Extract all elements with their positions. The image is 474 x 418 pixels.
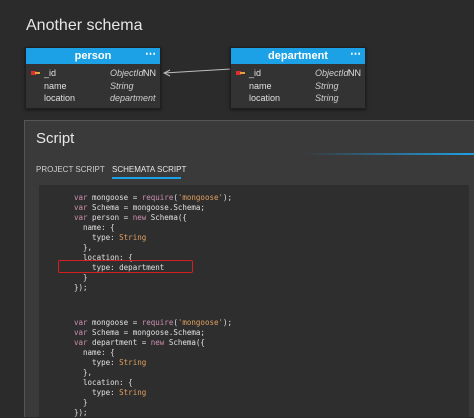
more-icon[interactable]: ⋯ bbox=[350, 46, 361, 62]
field-name: name bbox=[249, 80, 272, 91]
code-line: var Schema = mongoose.Schema; bbox=[74, 203, 205, 212]
code-line: var person = new Schema({ bbox=[74, 213, 187, 222]
entity-name: person bbox=[74, 50, 112, 62]
field-type: String bbox=[315, 80, 339, 91]
code-line: } bbox=[74, 273, 88, 282]
field-type: ObjectId bbox=[315, 68, 349, 78]
field-row[interactable]: name String bbox=[231, 80, 365, 93]
code-line: }); bbox=[74, 408, 88, 417]
field-type: ObjectId bbox=[110, 68, 144, 78]
active-tab-indicator bbox=[112, 177, 181, 179]
tab-project-script[interactable]: PROJECT SCRIPT bbox=[36, 165, 105, 174]
code-line: }, bbox=[74, 243, 93, 252]
not-null-flag: NN bbox=[348, 68, 361, 78]
field-name: name bbox=[44, 80, 67, 91]
field-name: location bbox=[249, 93, 281, 103]
code-line: type: String bbox=[74, 233, 147, 242]
field-row[interactable]: _id ObjectId NN bbox=[26, 67, 160, 80]
code-line: type: String bbox=[74, 358, 147, 367]
code-block: var mongoose = require('mongoose'); var S… bbox=[74, 193, 232, 293]
code-editor[interactable]: var mongoose = require('mongoose'); var S… bbox=[39, 185, 469, 417]
highlight-box bbox=[58, 260, 193, 273]
field-type: String bbox=[315, 93, 339, 103]
code-line: } bbox=[74, 398, 88, 407]
entity-header[interactable]: person ⋯ bbox=[26, 48, 160, 64]
panel-title: Script bbox=[36, 130, 75, 147]
field-name: _id bbox=[249, 68, 262, 78]
code-line: name: { bbox=[74, 223, 115, 232]
code-line: var Schema = mongoose.Schema; bbox=[74, 328, 205, 337]
more-icon[interactable]: ⋯ bbox=[145, 46, 156, 62]
code-line: }); bbox=[74, 283, 88, 292]
entity-person[interactable]: person ⋯ _id ObjectId NN name String loc… bbox=[25, 47, 161, 109]
tab-schemata-script[interactable]: SCHEMATA SCRIPT bbox=[112, 165, 186, 174]
entity-name: department bbox=[268, 50, 328, 62]
field-name: _id bbox=[44, 68, 57, 78]
field-row[interactable]: location String bbox=[231, 92, 365, 105]
entity-header[interactable]: department ⋯ bbox=[231, 48, 365, 64]
relationship-line[interactable] bbox=[163, 64, 233, 84]
code-text[interactable]: var mongoose = require('mongoose'); var S… bbox=[74, 193, 232, 418]
key-icon bbox=[31, 71, 40, 75]
code-line: var mongoose = require('mongoose'); bbox=[74, 318, 233, 327]
field-row[interactable]: location department bbox=[26, 92, 160, 105]
code-line: type: String bbox=[74, 388, 147, 397]
not-null-flag: NN bbox=[143, 68, 156, 78]
entity-department[interactable]: department ⋯ _id ObjectId NN name String… bbox=[230, 47, 366, 109]
field-name: location bbox=[44, 93, 76, 103]
code-line: var mongoose = require('mongoose'); bbox=[74, 193, 233, 202]
key-icon bbox=[236, 71, 245, 75]
panel-accent-line bbox=[305, 153, 474, 155]
field-row[interactable]: name String bbox=[26, 80, 160, 93]
code-line: }, bbox=[74, 368, 93, 377]
field-type: department bbox=[110, 93, 156, 103]
field-type: String bbox=[110, 80, 134, 91]
code-line: var department = new Schema({ bbox=[74, 338, 205, 347]
schema-title: Another schema bbox=[26, 17, 143, 34]
code-block: var mongoose = require('mongoose'); var S… bbox=[74, 318, 232, 418]
code-line: location: { bbox=[74, 378, 133, 387]
code-line: name: { bbox=[74, 348, 115, 357]
field-row[interactable]: _id ObjectId NN bbox=[231, 67, 365, 80]
